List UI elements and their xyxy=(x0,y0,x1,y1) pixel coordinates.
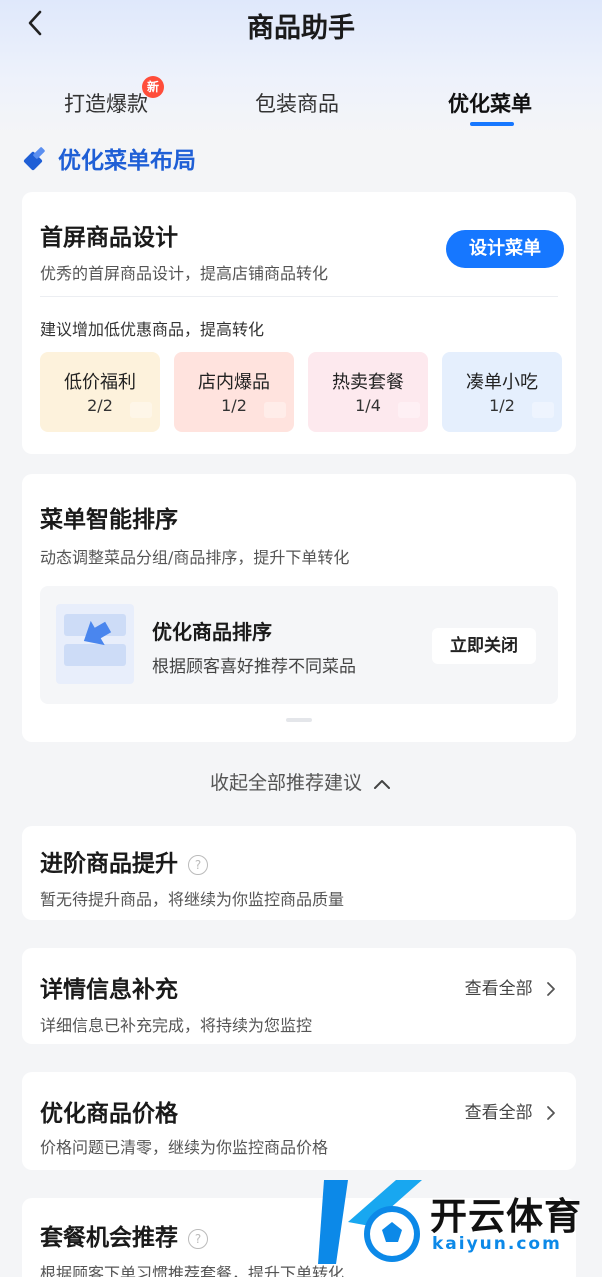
collapse-label: 收起全部推荐建议 xyxy=(209,772,362,794)
detail-info-card: 详情信息补充 查看全部 详细信息已补充完成，将持续为您监控 xyxy=(22,948,576,1044)
view-all-label: 查看全部 xyxy=(464,979,533,999)
card-title: 进阶商品提升 xyxy=(40,851,178,877)
tile-snacks[interactable]: 凑单小吃 1/2 xyxy=(442,352,562,432)
pager-indicator xyxy=(286,718,312,722)
divider xyxy=(40,296,558,297)
tile-low-price[interactable]: 低价福利 2/2 xyxy=(40,352,160,432)
card-subtitle: 暂无待提升商品，将继续为你监控商品质量 xyxy=(40,890,345,909)
suggestion-hint: 建议增加低优惠商品，提高转化 xyxy=(40,320,265,339)
page-title: 商品助手 xyxy=(247,13,355,44)
tile-hot-items[interactable]: 店内爆品 1/2 xyxy=(174,352,294,432)
watermark-logo: 开云体育 kaiyun.com xyxy=(318,1172,602,1272)
tab-optimize-menu[interactable]: 优化菜单 xyxy=(448,88,532,118)
card-subtitle: 价格问题已清零，继续为你监控商品价格 xyxy=(40,1138,329,1157)
new-badge: 新 xyxy=(142,76,164,98)
sort-image-icon xyxy=(64,614,126,666)
first-screen-card: 首屏商品设计 优秀的首屏商品设计，提高店铺商品转化 设计菜单 建议增加低优惠商品… xyxy=(22,192,576,454)
section-title: 优化菜单布局 xyxy=(58,148,196,174)
k-ball-logo-icon xyxy=(318,1180,422,1264)
tile-name: 热卖套餐 xyxy=(332,372,404,393)
help-icon[interactable]: ? xyxy=(188,1228,208,1249)
tile-decoration xyxy=(398,402,420,418)
tab-label: 包装商品 xyxy=(255,92,339,116)
card-title: 优化商品价格 xyxy=(40,1101,178,1127)
active-tab-indicator xyxy=(470,122,514,126)
card-subtitle: 动态调整菜品分组/商品排序，提升下单转化 xyxy=(40,548,350,567)
advanced-card: 进阶商品提升? 暂无待提升商品，将继续为你监控商品质量 xyxy=(22,826,576,920)
tab-label: 优化菜单 xyxy=(448,92,532,116)
view-all-link[interactable]: 查看全部 xyxy=(465,1098,558,1123)
chevron-right-icon xyxy=(547,1106,555,1120)
price-card: 优化商品价格 查看全部 价格问题已清零，继续为你监控商品价格 xyxy=(22,1072,576,1170)
sort-item-desc: 根据顾客喜好推荐不同菜品 xyxy=(152,657,356,677)
card-title: 套餐机会推荐 xyxy=(40,1225,178,1251)
card-title: 详情信息补充 xyxy=(40,977,178,1003)
tab-package-goods[interactable]: 包装商品 xyxy=(255,88,339,118)
watermark-brand: 开云体育 xyxy=(430,1195,582,1238)
close-now-button[interactable]: 立即关闭 xyxy=(432,628,536,664)
section-header: 优化菜单布局 xyxy=(22,141,196,175)
tile-decoration xyxy=(264,402,286,418)
card-title: 菜单智能排序 xyxy=(40,507,178,533)
tile-name: 低价福利 xyxy=(64,372,136,393)
brush-icon xyxy=(23,147,45,171)
chevron-up-icon xyxy=(374,779,391,789)
help-icon[interactable]: ? xyxy=(188,854,208,875)
tile-decoration xyxy=(130,402,152,418)
tile-name: 店内爆品 xyxy=(198,372,270,393)
view-all-link[interactable]: 查看全部 xyxy=(465,974,558,999)
card-subtitle: 优秀的首屏商品设计，提高店铺商品转化 xyxy=(40,264,329,283)
card-title-row: 套餐机会推荐? xyxy=(40,1218,208,1252)
collapse-all-toggle[interactable]: 收起全部推荐建议 xyxy=(0,768,602,795)
card-subtitle: 详细信息已补充完成，将持续为您监控 xyxy=(40,1016,313,1035)
tab-bar: 打造爆款 新 包装商品 优化菜单 xyxy=(0,76,602,128)
chevron-right-icon xyxy=(547,982,555,996)
card-subtitle: 根据顾客下单习惯推荐套餐，提升下单转化 xyxy=(40,1264,345,1277)
watermark-url: kaiyun.com xyxy=(432,1234,562,1254)
smart-sort-card: 菜单智能排序 动态调整菜品分组/商品排序，提升下单转化 优化商品排序 根据顾客喜… xyxy=(22,474,576,742)
tile-name: 凑单小吃 xyxy=(466,372,538,393)
sort-item-title: 优化商品排序 xyxy=(152,620,272,644)
card-title-row: 进阶商品提升? xyxy=(40,844,208,878)
tile-decoration xyxy=(532,402,554,418)
view-all-label: 查看全部 xyxy=(464,1103,533,1123)
design-menu-button[interactable]: 设计菜单 xyxy=(446,230,564,268)
tile-hot-combos[interactable]: 热卖套餐 1/4 xyxy=(308,352,428,432)
card-title: 首屏商品设计 xyxy=(40,225,178,251)
sort-illustration xyxy=(56,604,134,684)
sort-suggestion: 优化商品排序 根据顾客喜好推荐不同菜品 立即关闭 xyxy=(40,586,558,704)
tab-make-hot[interactable]: 打造爆款 xyxy=(64,88,148,118)
tab-label: 打造爆款 xyxy=(64,92,148,116)
